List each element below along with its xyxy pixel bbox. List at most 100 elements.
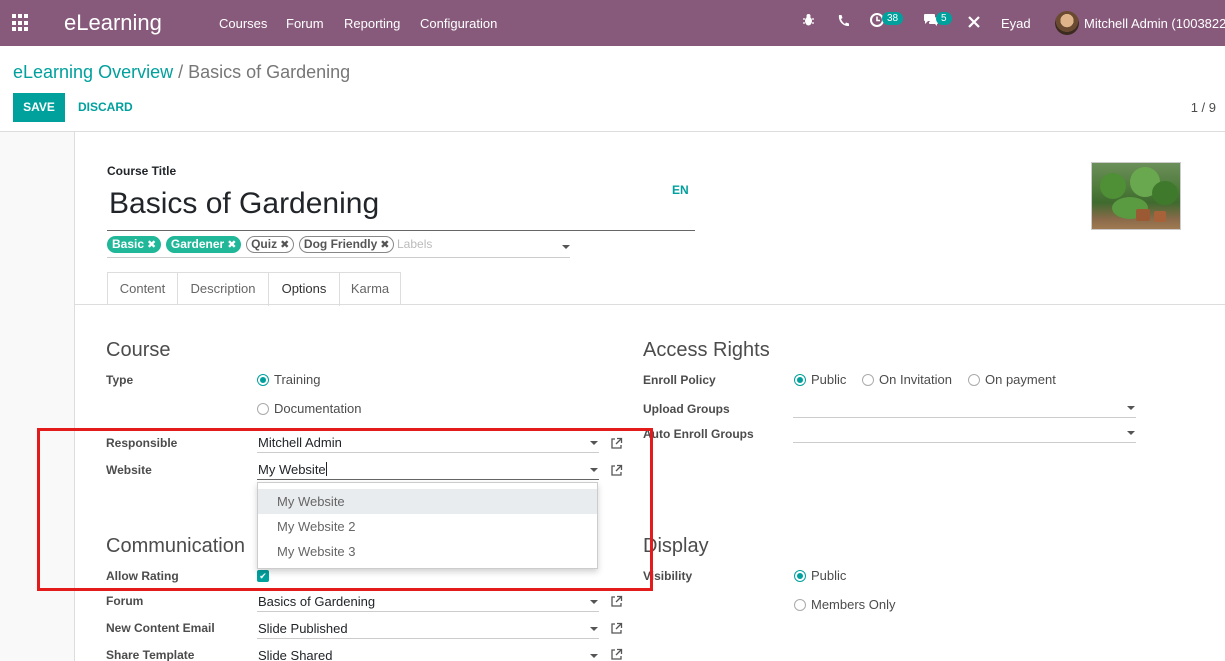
user-menu[interactable]: Mitchell Admin (1003822 [1084,16,1225,31]
upload-groups-label: Upload Groups [643,402,730,416]
menu-configuration[interactable]: Configuration [420,16,497,31]
save-button[interactable]: SAVE [13,93,65,122]
chevron-down-icon[interactable] [1127,406,1135,410]
chevron-down-icon[interactable] [590,441,598,445]
enroll-payment-radio[interactable] [968,374,980,386]
type-label: Type [106,373,134,387]
form-sheet: Course Title Basics of Gardening EN Basi… [74,132,1225,661]
tabs-divider [75,304,1225,305]
discard-button[interactable]: DISCARD [78,100,133,114]
website-label: Website [106,463,152,477]
enroll-invitation-label[interactable]: On Invitation [879,372,952,387]
app-brand[interactable]: eLearning [64,10,162,36]
course-title-label: Course Title [107,164,177,178]
visibility-members-radio[interactable] [794,599,806,611]
chevron-down-icon[interactable] [590,654,598,658]
tab-description[interactable]: Description [177,272,269,305]
tags-placeholder: Labels [397,237,433,251]
remove-tag-icon[interactable]: ✖ [227,239,236,251]
forum-value: Basics of Gardening [258,594,376,609]
breadcrumb: eLearning Overview / Basics of Gardening [13,62,350,83]
enroll-public-radio[interactable] [794,374,806,386]
share-template-label: Share Template [106,648,195,661]
external-link-icon[interactable] [610,464,623,477]
top-navbar: eLearning Courses Forum Reporting Config… [0,0,1225,46]
tag-quiz[interactable]: Quiz ✖ [246,236,295,253]
new-content-email-field[interactable]: Slide Published [257,617,599,639]
enroll-public-label[interactable]: Public [811,372,846,387]
enroll-policy-label: Enroll Policy [643,373,716,387]
display-section-title: Display [643,535,709,557]
responsible-value: Mitchell Admin [258,435,342,450]
chevron-down-icon[interactable] [1127,431,1135,435]
course-cover-image[interactable] [1091,162,1181,230]
website-value: My Website [258,462,326,477]
remove-tag-icon[interactable]: ✖ [147,239,156,251]
forum-label: Forum [106,594,144,608]
company-switcher[interactable]: Eyad [1001,16,1031,31]
text-cursor [325,462,327,476]
tab-content[interactable]: Content [107,272,178,305]
responsible-field[interactable]: Mitchell Admin [257,431,599,453]
allow-rating-label: Allow Rating [106,569,179,583]
menu-reporting[interactable]: Reporting [344,16,400,31]
auto-enroll-groups-field[interactable] [793,421,1136,443]
user-avatar[interactable] [1055,11,1079,35]
tag-gardener[interactable]: Gardener ✖ [165,236,242,253]
forum-field[interactable]: Basics of Gardening [257,590,599,612]
communication-section-title: Communication [106,535,245,557]
external-link-icon[interactable] [610,595,623,608]
visibility-public-radio[interactable] [794,570,806,582]
share-template-field[interactable]: Slide Shared [257,644,599,661]
type-documentation-radio[interactable] [257,403,269,415]
type-training-label[interactable]: Training [274,372,320,387]
upload-groups-field[interactable] [793,396,1136,418]
tag-basic[interactable]: Basic ✖ [107,236,162,253]
visibility-public-label[interactable]: Public [811,568,846,583]
course-title-input[interactable]: Basics of Gardening [107,184,695,231]
external-link-icon[interactable] [610,437,623,450]
menu-forum[interactable]: Forum [286,16,324,31]
type-training-radio[interactable] [257,374,269,386]
auto-enroll-groups-label: Auto Enroll Groups [643,427,754,441]
dropdown-option-my-website-3[interactable]: My Website 3 [258,539,597,564]
chevron-down-icon[interactable] [562,245,570,249]
activity-count-badge: 38 [882,12,904,25]
phone-icon[interactable] [837,13,849,31]
type-documentation-label[interactable]: Documentation [274,401,361,416]
remove-tag-icon[interactable]: ✖ [280,239,289,251]
allow-rating-checkbox[interactable]: ✔ [257,570,269,582]
dropdown-option-my-website-2[interactable]: My Website 2 [258,514,597,539]
external-link-icon[interactable] [610,622,623,635]
chevron-down-icon[interactable] [590,468,598,472]
enroll-invitation-radio[interactable] [862,374,874,386]
enroll-payment-label[interactable]: On payment [985,372,1056,387]
new-content-email-label: New Content Email [106,621,215,635]
breadcrumb-separator: / [178,62,184,82]
tab-options[interactable]: Options [268,272,340,306]
access-rights-section-title: Access Rights [643,339,770,361]
dropdown-option-my-website[interactable]: My Website [258,489,597,514]
tab-karma[interactable]: Karma [339,272,401,305]
control-panel: eLearning Overview / Basics of Gardening S… [0,46,1225,132]
messages-count-badge: 5 [936,12,952,25]
visibility-members-label[interactable]: Members Only [811,597,896,612]
pager-counter[interactable]: 1 / 9 [1191,100,1216,115]
tools-cross-icon[interactable] [967,15,981,33]
breadcrumb-parent[interactable]: eLearning Overview [13,62,173,82]
website-input[interactable]: My Website [257,458,599,480]
tags-field[interactable]: Basic ✖ Gardener ✖ Quiz ✖ Dog Friendly ✖ Lab… [107,236,570,258]
visibility-label: Visibility [643,569,693,583]
apps-menu-icon[interactable] [12,14,30,32]
remove-tag-icon[interactable]: ✖ [380,239,389,251]
responsible-label: Responsible [106,436,178,450]
chevron-down-icon[interactable] [590,600,598,604]
external-link-icon[interactable] [610,648,623,661]
chevron-down-icon[interactable] [590,627,598,631]
course-section-title: Course [106,339,171,361]
language-toggle[interactable]: EN [672,183,689,197]
website-autocomplete-dropdown: My Website My Website 2 My Website 3 [257,482,598,569]
tag-dog-friendly[interactable]: Dog Friendly ✖ [298,236,395,253]
debug-bug-icon[interactable] [802,13,815,31]
menu-courses[interactable]: Courses [219,16,267,31]
